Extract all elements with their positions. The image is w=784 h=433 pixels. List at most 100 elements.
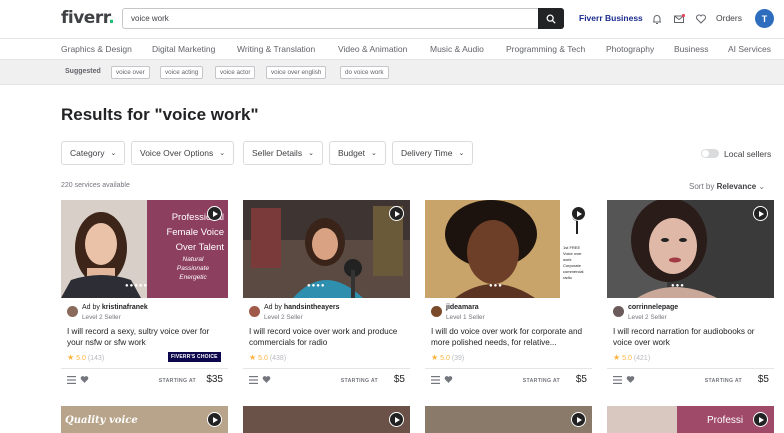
seller-info: jideamara Level 1 Seller bbox=[431, 303, 591, 323]
list-icon[interactable] bbox=[431, 376, 440, 384]
seller-avatar[interactable] bbox=[249, 306, 260, 317]
list-icon[interactable] bbox=[613, 376, 622, 384]
suggested-chip[interactable]: do voice work bbox=[340, 66, 389, 79]
gig-title[interactable]: I will record narration for audiobooks o… bbox=[613, 326, 771, 348]
messages-button[interactable] bbox=[673, 12, 686, 24]
gig-card-partial[interactable]: Professi bbox=[607, 406, 774, 433]
rating-value: 5.0 bbox=[440, 355, 450, 362]
category-digital-marketing[interactable]: Digital Marketing bbox=[152, 44, 215, 54]
star-icon: ★ bbox=[67, 353, 75, 362]
thumbnail-tags: Natural Passionate Energetic bbox=[174, 255, 212, 282]
play-icon[interactable] bbox=[389, 412, 404, 427]
fiverr-logo[interactable]: fiverr. bbox=[61, 8, 115, 28]
bell-icon bbox=[653, 15, 661, 24]
ad-prefix: Ad by bbox=[82, 304, 100, 311]
search-icon bbox=[546, 14, 556, 24]
starting-at-label: STARTING AT bbox=[522, 378, 560, 384]
gig-thumbnail[interactable]: Professional Female Voice Over Talent Na… bbox=[61, 200, 228, 298]
search-input[interactable] bbox=[123, 9, 537, 28]
heart-icon[interactable] bbox=[262, 375, 271, 384]
heart-icon[interactable] bbox=[444, 375, 453, 384]
carousel-dots[interactable]: ●●●●● bbox=[125, 283, 148, 289]
seller-name[interactable]: jideamara bbox=[446, 304, 479, 311]
seller-avatar[interactable] bbox=[431, 306, 442, 317]
seller-name[interactable]: Ad by kristinafranek bbox=[82, 304, 148, 311]
suggested-label: Suggested bbox=[65, 68, 101, 75]
seller-avatar[interactable] bbox=[67, 306, 78, 317]
play-icon[interactable] bbox=[753, 412, 768, 427]
filter-voice-over-options[interactable]: Voice Over Options ⌄ bbox=[131, 141, 235, 165]
category-graphics-design[interactable]: Graphics & Design bbox=[61, 44, 132, 54]
gig-image bbox=[243, 200, 410, 298]
gig-card[interactable]: 1st FREE Voice over work Corporate comme… bbox=[425, 200, 592, 390]
fiverr-business-link[interactable]: Fiverr Business bbox=[579, 13, 643, 23]
category-music-audio[interactable]: Music & Audio bbox=[430, 44, 484, 54]
play-icon[interactable] bbox=[207, 206, 222, 221]
category-programming-tech[interactable]: Programming & Tech bbox=[506, 44, 585, 54]
gig-card-partial[interactable]: Quality voice bbox=[61, 406, 228, 433]
heart-icon[interactable] bbox=[626, 375, 635, 384]
rating-value: 5.0 bbox=[76, 355, 86, 362]
gig-card[interactable]: Professional Female Voice Over Talent Na… bbox=[61, 200, 228, 390]
play-icon[interactable] bbox=[571, 206, 586, 221]
chevron-down-icon: ⌄ bbox=[219, 150, 226, 157]
filter-category[interactable]: Category ⌄ bbox=[61, 141, 126, 165]
review-count: (39) bbox=[451, 355, 465, 362]
filter-label: Budget bbox=[338, 148, 365, 158]
carousel-dots[interactable]: ●●● bbox=[489, 283, 503, 289]
ad-prefix: Ad by bbox=[264, 304, 282, 311]
thumbnail-tag: Natural bbox=[182, 256, 204, 263]
play-icon[interactable] bbox=[389, 206, 404, 221]
favorites-button[interactable] bbox=[695, 12, 707, 24]
category-ai-services[interactable]: AI Services bbox=[728, 44, 771, 54]
gig-rating: ★ 5.0 (143) bbox=[67, 353, 104, 362]
heart-icon[interactable] bbox=[80, 375, 89, 384]
seller-level: Level 2 Seller bbox=[82, 314, 121, 321]
gig-thumbnail[interactable]: ●●●● bbox=[243, 200, 410, 298]
gig-title[interactable]: I will record a sexy, sultry voice over … bbox=[67, 326, 225, 348]
seller-name[interactable]: Ad by handsintheayers bbox=[264, 304, 340, 311]
carousel-dots[interactable]: ●●● bbox=[671, 283, 685, 289]
category-photography[interactable]: Photography bbox=[606, 44, 654, 54]
suggested-chip[interactable]: voice actor bbox=[215, 66, 256, 79]
seller-username: kristinafranek bbox=[101, 304, 148, 311]
sort-dropdown[interactable]: Sort by Relevance ⌄ bbox=[689, 182, 765, 191]
starting-at-label: STARTING AT bbox=[704, 378, 742, 384]
seller-avatar[interactable] bbox=[613, 306, 624, 317]
category-writing-translation[interactable]: Writing & Translation bbox=[237, 44, 315, 54]
category-business[interactable]: Business bbox=[674, 44, 709, 54]
list-icon[interactable] bbox=[67, 376, 76, 384]
filter-budget[interactable]: Budget ⌄ bbox=[329, 141, 386, 165]
gig-card[interactable]: ●●●● Ad by handsintheayers Level 2 Selle… bbox=[243, 200, 410, 390]
notifications-button[interactable] bbox=[651, 12, 663, 24]
seller-name[interactable]: corrinnelepage bbox=[628, 304, 678, 311]
search-button[interactable] bbox=[538, 8, 564, 29]
review-count: (438) bbox=[269, 355, 287, 362]
list-icon[interactable] bbox=[249, 376, 258, 384]
filter-seller-details[interactable]: Seller Details ⌄ bbox=[243, 141, 323, 165]
play-icon[interactable] bbox=[753, 206, 768, 221]
gig-thumbnail[interactable]: ●●● bbox=[607, 200, 774, 298]
chevron-down-icon: ⌄ bbox=[110, 150, 117, 157]
gig-image bbox=[607, 200, 774, 298]
carousel-dots[interactable]: ●●●● bbox=[307, 283, 326, 289]
rating-value: 5.0 bbox=[622, 355, 632, 362]
gig-thumbnail[interactable]: 1st FREE Voice over work Corporate comme… bbox=[425, 200, 592, 298]
suggested-chip[interactable]: voice over english bbox=[266, 66, 327, 79]
rating-value: 5.0 bbox=[258, 355, 268, 362]
gig-card-partial[interactable] bbox=[243, 406, 410, 433]
category-video-animation[interactable]: Video & Animation bbox=[338, 44, 407, 54]
suggested-chip[interactable]: voice acting bbox=[160, 66, 204, 79]
gig-card[interactable]: ●●● corrinnelepage Level 2 Seller I will… bbox=[607, 200, 774, 390]
play-icon[interactable] bbox=[571, 412, 586, 427]
filter-label: Category bbox=[70, 148, 105, 158]
gig-title[interactable]: I will record voice over work and produc… bbox=[249, 326, 407, 348]
gig-card-partial[interactable] bbox=[425, 406, 592, 433]
play-icon[interactable] bbox=[207, 412, 222, 427]
gig-title[interactable]: I will do voice over work for corporate … bbox=[431, 326, 589, 348]
local-sellers-toggle[interactable] bbox=[701, 149, 719, 158]
user-avatar[interactable]: T bbox=[755, 9, 774, 28]
orders-link[interactable]: Orders bbox=[716, 13, 742, 23]
filter-delivery-time[interactable]: Delivery Time ⌄ bbox=[392, 141, 474, 165]
suggested-chip[interactable]: voice over bbox=[111, 66, 150, 79]
